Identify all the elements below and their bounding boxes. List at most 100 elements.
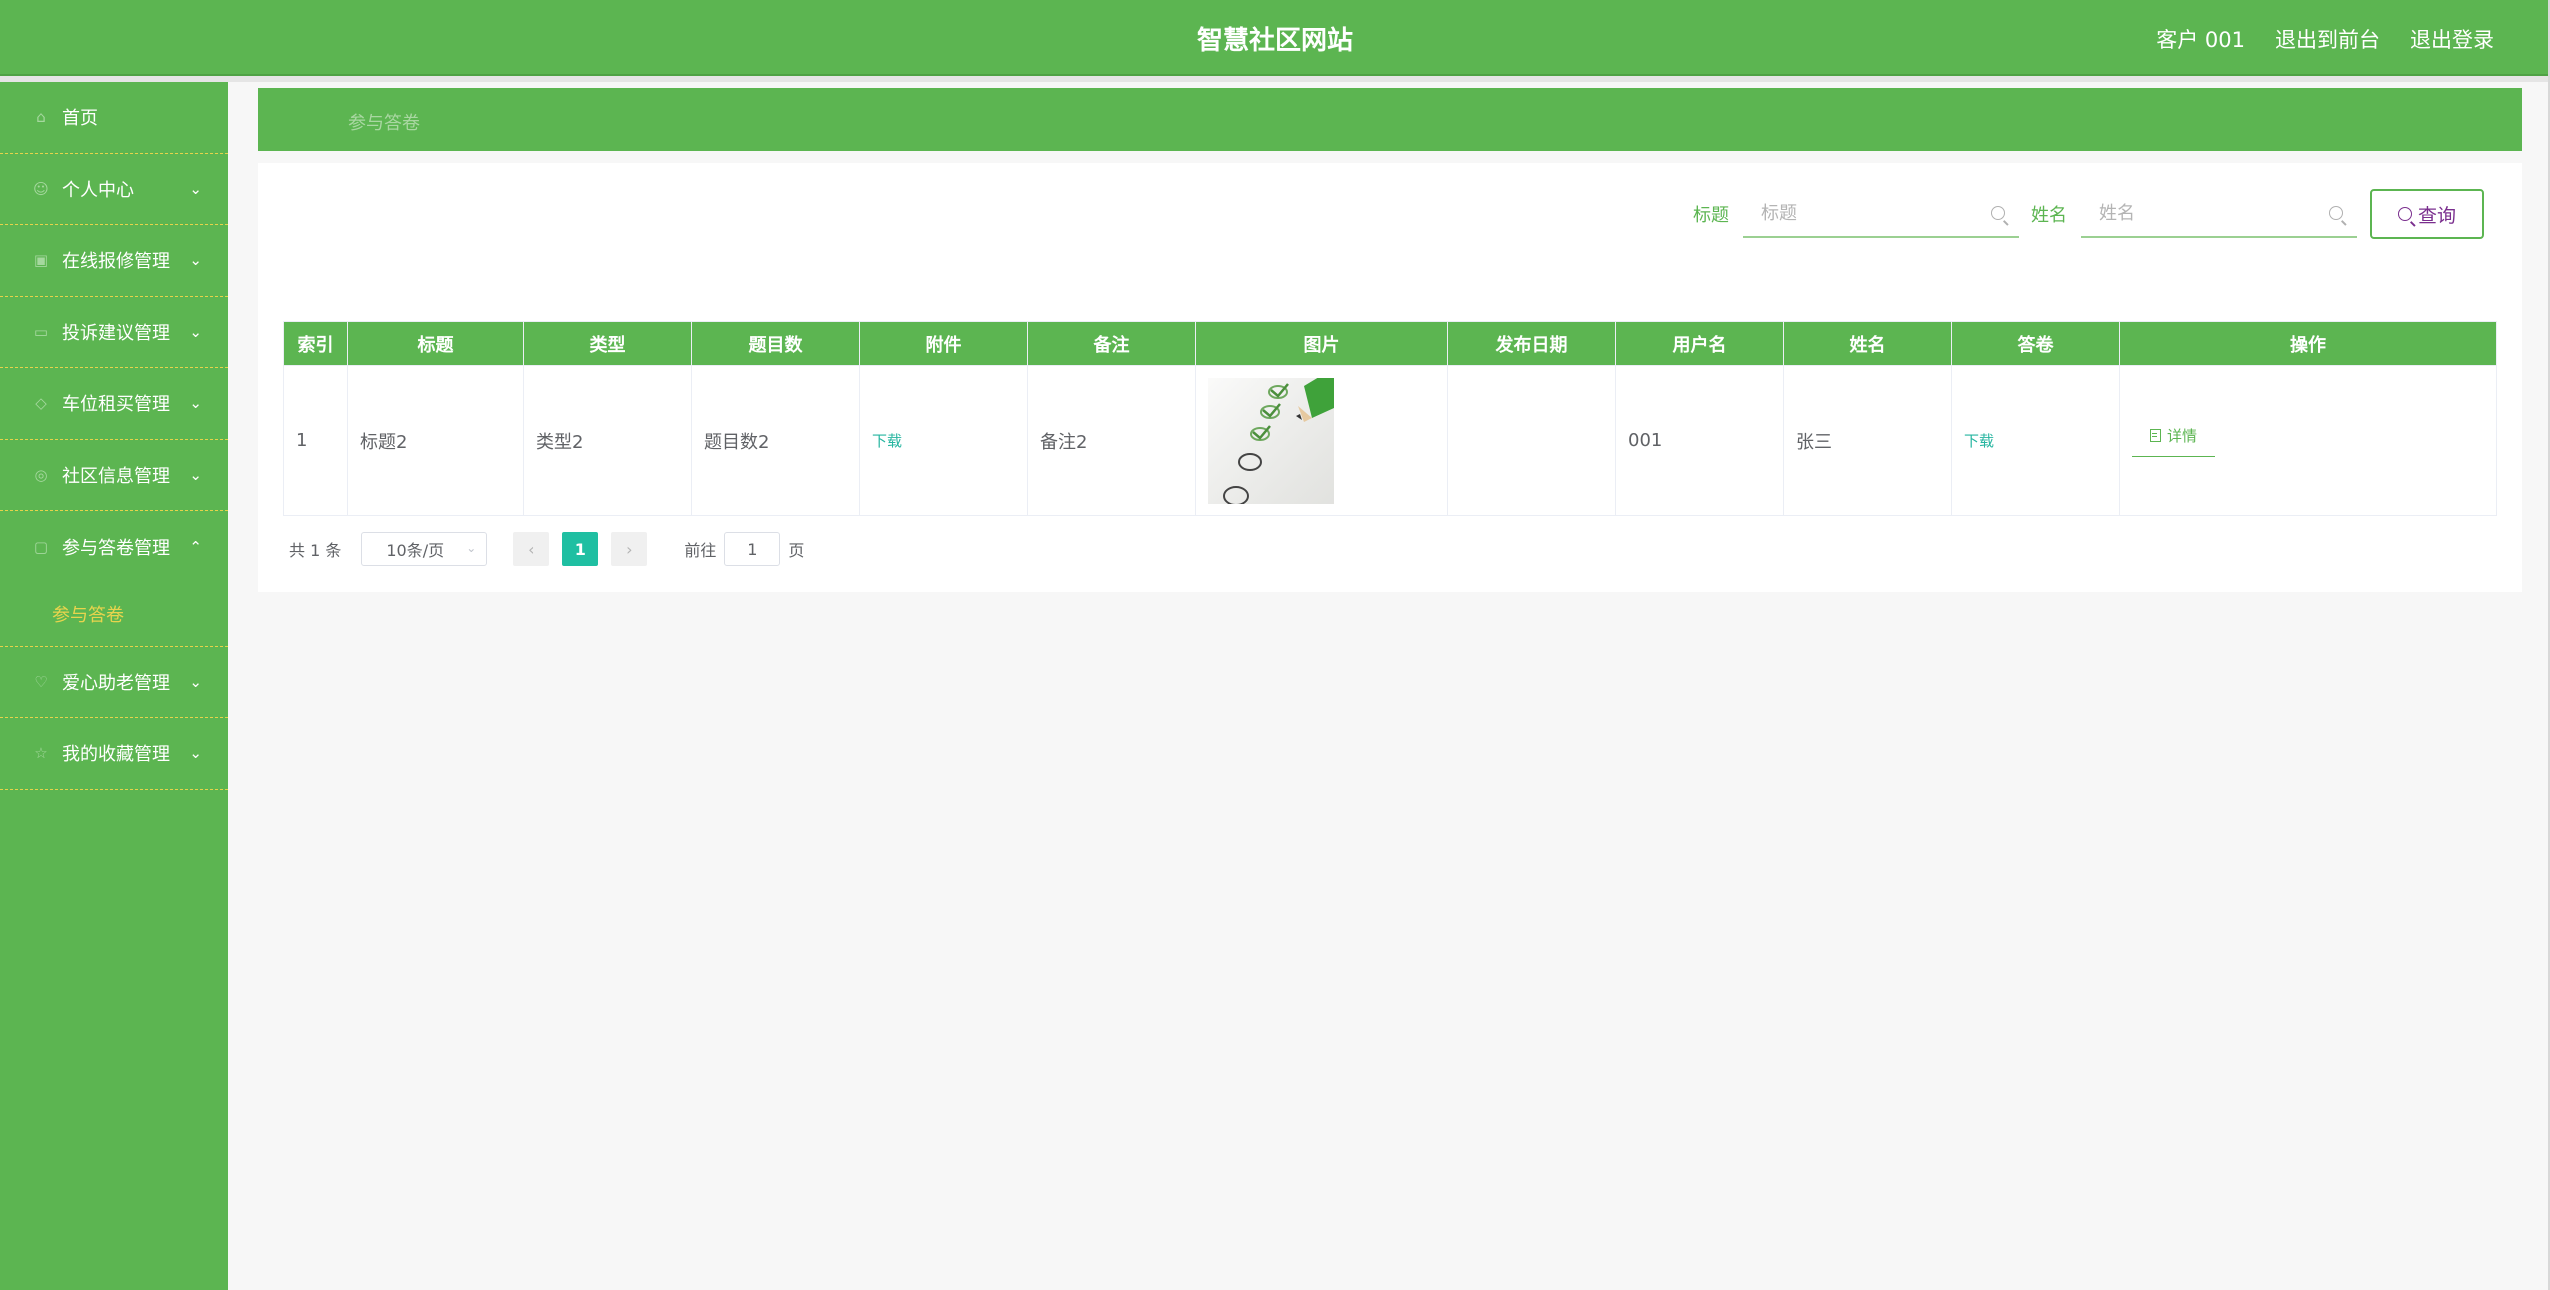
header-divider xyxy=(0,76,2550,82)
sidebar-item-home[interactable]: ⌂ 首页 xyxy=(0,82,228,154)
info-icon: ◎ xyxy=(34,465,48,484)
cell-question-count: 题目数2 xyxy=(691,365,860,516)
page-number-button[interactable]: 1 xyxy=(562,532,599,566)
name-search-field xyxy=(2081,190,2357,238)
sidebar-item-label: 爱心助老管理 xyxy=(62,672,170,694)
column-header: 类型 xyxy=(523,321,692,366)
sidebar-item-label: 参与答卷管理 xyxy=(62,537,170,559)
goto-suffix: 页 xyxy=(788,541,805,560)
sidebar-subitem-label: 参与答卷 xyxy=(52,605,124,626)
message-icon: ▭ xyxy=(33,322,49,341)
table-row: 1 标题2 类型2 题目数2 下载 备注2 001 张三 下载 详情 xyxy=(283,365,2497,516)
car-icon: ◇ xyxy=(35,394,47,413)
sidebar-item-questionnaire[interactable]: ▢ 参与答卷管理 ⌃ xyxy=(0,511,228,583)
chevron-down-icon: ⌄ xyxy=(189,251,202,270)
sidebar-item-favorites[interactable]: ☆ 我的收藏管理 ⌄ xyxy=(0,718,228,790)
goto-page-input[interactable] xyxy=(724,532,781,566)
title-search-field xyxy=(1743,190,2019,238)
detail-button-label: 详情 xyxy=(2167,426,2198,445)
chevron-down-icon: ⌄ xyxy=(189,465,202,484)
tool-icon: ▣ xyxy=(33,251,49,270)
breadcrumb: 参与答卷 xyxy=(258,88,2522,151)
prev-page-button[interactable]: ‹ xyxy=(513,532,550,566)
sidebar-item-label: 投诉建议管理 xyxy=(62,322,170,344)
checklist-pencil-image xyxy=(1208,377,1334,504)
column-header: 用户名 xyxy=(1615,321,1784,366)
sidebar-item-label: 我的收藏管理 xyxy=(62,744,170,766)
cell-attachment: 下载 xyxy=(859,365,1028,516)
page-size-select[interactable]: 10条/页 ⌄ xyxy=(361,532,488,566)
name-search-label: 姓名 xyxy=(2031,205,2067,226)
attachment-download-link[interactable]: 下载 xyxy=(872,432,902,450)
page-size-value: 10条/页 xyxy=(386,541,445,560)
sidebar-item-personal-center[interactable]: ☺ 个人中心 ⌄ xyxy=(0,154,228,225)
top-header: 智慧社区网站 客户 001 退出到前台 退出登录 xyxy=(0,0,2550,76)
cell-remark: 备注2 xyxy=(1027,365,1196,516)
column-header: 附件 xyxy=(859,321,1028,366)
questionnaire-thumbnail xyxy=(1208,377,1334,504)
pagination-total: 共 1 条 xyxy=(289,541,342,560)
user-account-link[interactable]: 客户 001 xyxy=(2156,24,2245,54)
pagination: 共 1 条 10条/页 ⌄ ‹ 1 › 前往 页 xyxy=(289,532,804,566)
name-search-input[interactable] xyxy=(2081,190,2357,236)
query-button[interactable]: 查询 xyxy=(2370,189,2484,239)
cell-publish-date xyxy=(1447,365,1616,516)
column-header: 标题 xyxy=(347,321,524,366)
heart-icon: ♡ xyxy=(34,672,48,691)
chevron-up-icon: ⌃ xyxy=(189,537,202,556)
star-icon: ☆ xyxy=(34,744,48,763)
chevron-down-icon: ⌄ xyxy=(189,322,202,341)
next-page-button[interactable]: › xyxy=(611,532,648,566)
cell-username: 001 xyxy=(1615,365,1784,516)
cell-image xyxy=(1195,365,1448,516)
home-icon: ⌂ xyxy=(36,108,46,127)
sidebar-item-parking[interactable]: ◇ 车位租买管理 ⌄ xyxy=(0,368,228,440)
exit-to-frontend-link[interactable]: 退出到前台 xyxy=(2275,24,2380,54)
chevron-right-icon: › xyxy=(626,539,633,559)
column-header: 备注 xyxy=(1027,321,1196,366)
questionnaire-table: 索引 标题 类型 题目数 附件 备注 图片 发布日期 用户名 姓名 答卷 操作 … xyxy=(283,321,2497,516)
answer-download-link[interactable]: 下载 xyxy=(1964,432,1994,450)
detail-button[interactable]: 详情 xyxy=(2132,425,2216,457)
sidebar-item-label: 车位租买管理 xyxy=(62,394,170,416)
cell-actions: 详情 xyxy=(2119,365,2497,516)
sidebar: ⌂ 首页 ☺ 个人中心 ⌄ ▣ 在线报修管理 ⌄ ▭ 投诉建议管理 ⌄ ◇ 车位… xyxy=(0,82,228,1290)
cell-answer: 下载 xyxy=(1951,365,2120,516)
sidebar-item-label: 社区信息管理 xyxy=(62,465,170,487)
sidebar-item-complaints[interactable]: ▭ 投诉建议管理 ⌄ xyxy=(0,297,228,368)
sidebar-item-label: 个人中心 xyxy=(62,179,134,201)
chevron-down-icon: ⌄ xyxy=(189,394,202,413)
sidebar-item-repair[interactable]: ▣ 在线报修管理 ⌄ xyxy=(0,225,228,297)
form-icon: ▢ xyxy=(33,537,49,556)
sidebar-subitem-answer-questionnaire[interactable]: 参与答卷 xyxy=(0,583,228,647)
chevron-down-icon: ⌄ xyxy=(189,672,202,691)
header-nav: 客户 001 退出到前台 退出登录 xyxy=(2156,24,2494,54)
chevron-down-icon: ⌄ xyxy=(189,744,202,763)
goto-prefix: 前往 xyxy=(684,541,717,560)
cell-type: 类型2 xyxy=(523,365,692,516)
search-bar: 标题 姓名 查询 xyxy=(1693,189,2484,239)
cell-name: 张三 xyxy=(1783,365,1952,516)
column-header: 姓名 xyxy=(1783,321,1952,366)
column-header: 发布日期 xyxy=(1447,321,1616,366)
sidebar-item-elderly-care[interactable]: ♡ 爱心助老管理 ⌄ xyxy=(0,647,228,718)
column-header: 题目数 xyxy=(691,321,860,366)
user-icon: ☺ xyxy=(33,179,49,198)
search-icon xyxy=(1991,206,2005,220)
title-search-label: 标题 xyxy=(1693,205,1729,226)
sidebar-item-community-info[interactable]: ◎ 社区信息管理 ⌄ xyxy=(0,440,228,511)
column-header: 答卷 xyxy=(1951,321,2120,366)
table-header-row: 索引 标题 类型 题目数 附件 备注 图片 发布日期 用户名 姓名 答卷 操作 xyxy=(283,321,2497,366)
column-header: 操作 xyxy=(2119,321,2497,366)
content-card: 标题 姓名 查询 索引 标题 类型 题目数 附件 备注 xyxy=(258,163,2522,592)
breadcrumb-current: 参与答卷 xyxy=(348,113,420,134)
chevron-down-icon: ⌄ xyxy=(189,179,202,198)
column-header: 图片 xyxy=(1195,321,1448,366)
column-header: 索引 xyxy=(283,321,348,366)
cell-index: 1 xyxy=(283,365,348,516)
sidebar-item-label: 首页 xyxy=(62,108,98,130)
logout-link[interactable]: 退出登录 xyxy=(2410,24,2494,54)
title-search-input[interactable] xyxy=(1743,190,2019,236)
chevron-down-icon: ⌄ xyxy=(466,541,477,555)
document-icon xyxy=(2150,428,2161,442)
